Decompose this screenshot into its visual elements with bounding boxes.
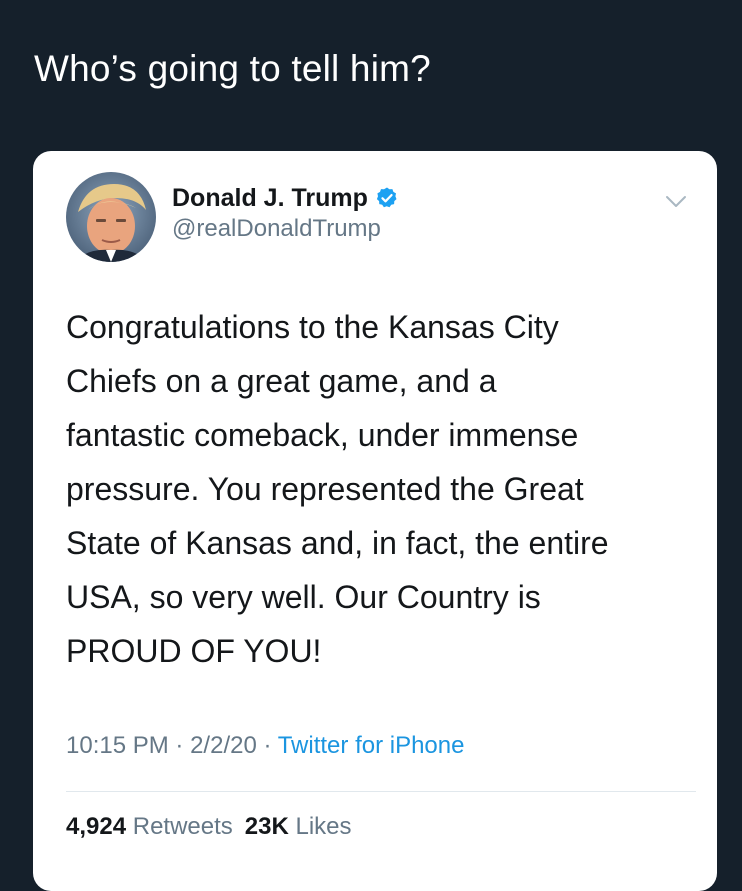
verified-badge-icon: [375, 186, 399, 210]
tweet-card[interactable]: Donald J. Trump @realDonaldTrump Congrat…: [33, 151, 717, 891]
likes-stat[interactable]: 23K Likes: [245, 813, 352, 840]
tweet-meta: 10:15 PM · 2/2/20 · Twitter for iPhone: [66, 732, 464, 760]
meta-separator: ·: [263, 732, 272, 759]
avatar[interactable]: [66, 172, 156, 262]
tweet-text-line: State of Kansas and, in fact, the entire: [66, 525, 609, 561]
tweet-text: Congratulations to the Kansas City Chief…: [66, 300, 686, 678]
tweet-text-line: pressure. You represented the Great: [66, 471, 584, 507]
meta-separator: ·: [175, 732, 184, 759]
divider: [66, 791, 696, 792]
tweet-text-line: Chiefs on a great game, and a: [66, 363, 497, 399]
chevron-down-icon[interactable]: [665, 195, 687, 209]
likes-count: 23K: [244, 813, 289, 840]
tweet-source-link[interactable]: Twitter for iPhone: [278, 732, 465, 759]
post-caption: Who’s going to tell him?: [34, 48, 431, 89]
tweet-text-line: USA, so very well. Our Country is: [66, 579, 541, 615]
retweets-stat[interactable]: 4,924 Retweets: [66, 813, 233, 840]
tweet-text-line: Congratulations to the Kansas City: [66, 309, 559, 345]
author-name[interactable]: Donald J. Trump: [172, 184, 368, 213]
author-handle[interactable]: @realDonaldTrump: [172, 215, 399, 243]
tweet-date[interactable]: 2/2/20: [190, 732, 257, 759]
tweet-stats: 4,924 Retweets 23K Likes: [66, 813, 352, 841]
tweet-text-line: PROUD OF YOU!: [66, 633, 322, 669]
tweet-author[interactable]: Donald J. Trump @realDonaldTrump: [172, 181, 399, 243]
retweets-label: Retweets: [132, 813, 233, 840]
tweet-time: 10:15 PM: [66, 732, 169, 759]
retweets-count: 4,924: [66, 813, 127, 840]
avatar-image: [66, 172, 156, 262]
tweet-text-line: fantastic comeback, under immense: [66, 417, 579, 453]
likes-label: Likes: [295, 813, 352, 840]
